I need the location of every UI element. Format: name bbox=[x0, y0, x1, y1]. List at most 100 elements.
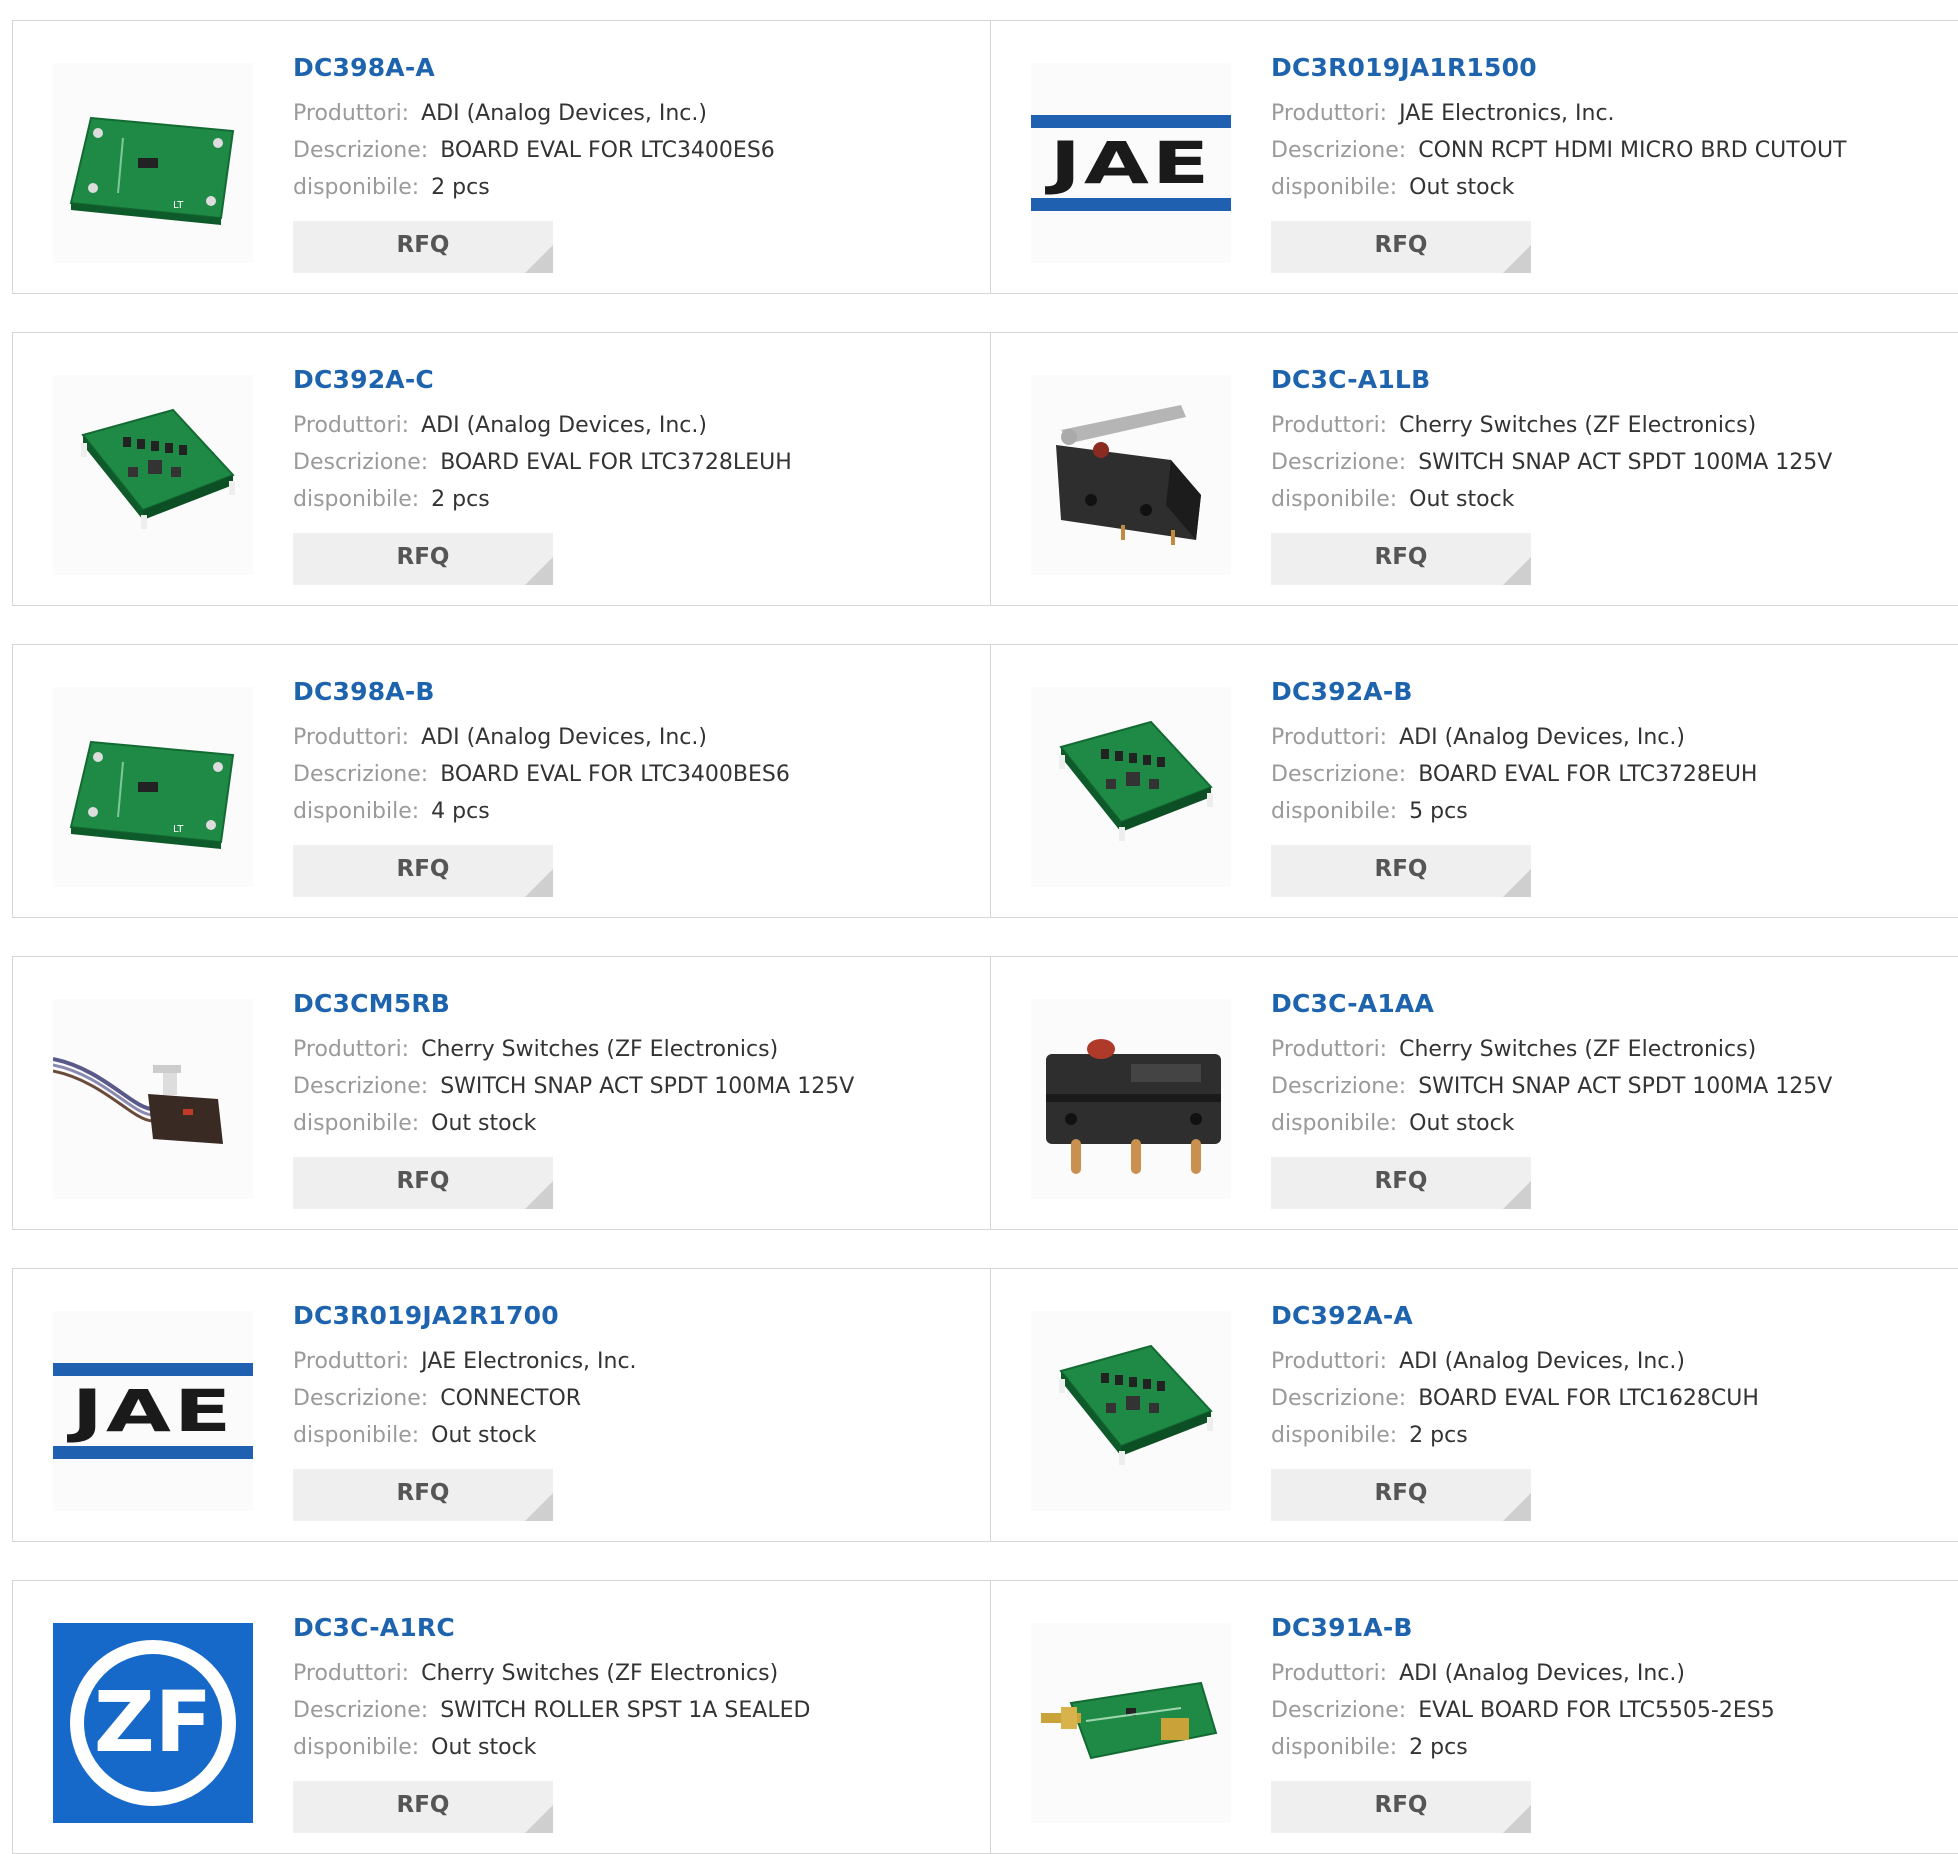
availability-value: Out stock bbox=[1409, 487, 1515, 512]
zf-logo[interactable]: ZF bbox=[53, 1623, 253, 1823]
corner-triangle-icon bbox=[1503, 557, 1531, 585]
description-label: Descrizione: bbox=[293, 1074, 429, 1099]
rfq-label: RFQ bbox=[396, 856, 450, 882]
description-label: Descrizione: bbox=[1271, 1386, 1407, 1411]
manufacturer-line: Produttori: ADI (Analog Devices, Inc.) bbox=[1271, 1343, 1948, 1380]
rfq-button[interactable]: RFQ bbox=[1271, 1157, 1531, 1209]
part-number-link[interactable]: DC3R019JA2R1700 bbox=[293, 1299, 980, 1333]
rfq-label: RFQ bbox=[1374, 1480, 1428, 1506]
rfq-button[interactable]: RFQ bbox=[1271, 845, 1531, 897]
manufacturer-line: Produttori: Cherry Switches (ZF Electroni… bbox=[293, 1655, 980, 1692]
availability-line: disponibile: Out stock bbox=[1271, 1105, 1948, 1142]
product-info: DC3R019JA1R1500 Produttori: JAE Electronic… bbox=[1271, 51, 1948, 206]
availability-label: disponibile: bbox=[293, 487, 420, 512]
availability-line: disponibile: Out stock bbox=[293, 1105, 980, 1142]
manufacturer-line: Produttori: Cherry Switches (ZF Electroni… bbox=[1271, 407, 1948, 444]
rfq-button[interactable]: RFQ bbox=[293, 1157, 553, 1209]
corner-triangle-icon bbox=[1503, 245, 1531, 273]
description-value: BOARD EVAL FOR LTC3400ES6 bbox=[440, 138, 775, 163]
product-card: ZF DC3C-A1RC Produttori: Cherry Switches (Z… bbox=[13, 1581, 991, 1853]
manufacturer-value: ADI (Analog Devices, Inc.) bbox=[1399, 1349, 1685, 1374]
description-line: Descrizione: EVAL BOARD FOR LTC5505-2ES5 bbox=[1271, 1692, 1948, 1729]
rfq-button[interactable]: RFQ bbox=[1271, 1781, 1531, 1833]
rf-board-icon[interactable] bbox=[1031, 1623, 1231, 1823]
rfq-label: RFQ bbox=[396, 232, 450, 258]
rfq-button[interactable]: RFQ bbox=[293, 533, 553, 585]
manufacturer-value: Cherry Switches (ZF Electronics) bbox=[1399, 413, 1757, 438]
part-number-link[interactable]: DC392A-C bbox=[293, 363, 980, 397]
jae-logo[interactable]: JAE bbox=[1031, 63, 1231, 263]
description-line: Descrizione: BOARD EVAL FOR LTC3400ES6 bbox=[293, 132, 980, 169]
description-line: Descrizione: BOARD EVAL FOR LTC3728LEUH bbox=[293, 444, 980, 481]
manufacturer-value: Cherry Switches (ZF Electronics) bbox=[421, 1037, 779, 1062]
description-line: Descrizione: CONNECTOR bbox=[293, 1380, 980, 1417]
corner-triangle-icon bbox=[525, 245, 553, 273]
rfq-button[interactable]: RFQ bbox=[293, 221, 553, 273]
description-line: Descrizione: SWITCH SNAP ACT SPDT 100MA 1… bbox=[1271, 1068, 1948, 1105]
wired-switch-icon[interactable] bbox=[53, 999, 253, 1199]
description-value: SWITCH ROLLER SPST 1A SEALED bbox=[440, 1698, 811, 1723]
availability-value: 2 pcs bbox=[431, 175, 490, 200]
product-info: DC391A-B Produttori: ADI (Analog Devices, … bbox=[1271, 1611, 1948, 1766]
rfq-label: RFQ bbox=[396, 1792, 450, 1818]
manufacturer-line: Produttori: Cherry Switches (ZF Electroni… bbox=[1271, 1031, 1948, 1068]
manufacturer-label: Produttori: bbox=[293, 101, 410, 126]
corner-triangle-icon bbox=[1503, 869, 1531, 897]
pcb-small-icon[interactable]: LT bbox=[53, 687, 253, 887]
manufacturer-line: Produttori: ADI (Analog Devices, Inc.) bbox=[293, 719, 980, 756]
product-card: JAE DC3R019JA1R1500 Produttori: JAE Electro… bbox=[991, 21, 1958, 293]
part-number-link[interactable]: DC3C-A1RC bbox=[293, 1611, 980, 1645]
jae-logo[interactable]: JAE bbox=[53, 1311, 253, 1511]
manufacturer-label: Produttori: bbox=[1271, 1037, 1388, 1062]
manufacturer-line: Produttori: ADI (Analog Devices, Inc.) bbox=[293, 407, 980, 444]
rfq-label: RFQ bbox=[1374, 232, 1428, 258]
manufacturer-line: Produttori: ADI (Analog Devices, Inc.) bbox=[293, 95, 980, 132]
snap-switch-icon[interactable] bbox=[1031, 999, 1231, 1199]
availability-label: disponibile: bbox=[1271, 1735, 1398, 1760]
part-number-link[interactable]: DC398A-A bbox=[293, 51, 980, 85]
description-label: Descrizione: bbox=[293, 1698, 429, 1723]
availability-value: Out stock bbox=[431, 1423, 537, 1448]
description-value: EVAL BOARD FOR LTC5505-2ES5 bbox=[1418, 1698, 1775, 1723]
rfq-button[interactable]: RFQ bbox=[293, 1781, 553, 1833]
availability-line: disponibile: 2 pcs bbox=[1271, 1417, 1948, 1454]
part-number-link[interactable]: DC3R019JA1R1500 bbox=[1271, 51, 1948, 85]
part-number-link[interactable]: DC398A-B bbox=[293, 675, 980, 709]
product-info: DC398A-B Produttori: ADI (Analog Devices, … bbox=[293, 675, 980, 830]
availability-value: Out stock bbox=[1409, 175, 1515, 200]
rfq-button[interactable]: RFQ bbox=[293, 845, 553, 897]
product-row: DC392A-C Produttori: ADI (Analog Devices, … bbox=[12, 332, 1958, 606]
manufacturer-label: Produttori: bbox=[1271, 1349, 1388, 1374]
svg-text:LT: LT bbox=[173, 200, 184, 211]
rfq-button[interactable]: RFQ bbox=[1271, 221, 1531, 273]
part-number-link[interactable]: DC392A-A bbox=[1271, 1299, 1948, 1333]
availability-label: disponibile: bbox=[293, 175, 420, 200]
manufacturer-line: Produttori: JAE Electronics, Inc. bbox=[1271, 95, 1948, 132]
svg-text:ZF: ZF bbox=[94, 1673, 212, 1771]
part-number-link[interactable]: DC3CM5RB bbox=[293, 987, 980, 1021]
pcb-square-icon[interactable] bbox=[1031, 687, 1231, 887]
rfq-button[interactable]: RFQ bbox=[1271, 533, 1531, 585]
product-info: DC3C-A1RC Produttori: Cherry Switches (ZF … bbox=[293, 1611, 980, 1766]
product-row: DC3CM5RB Produttori: Cherry Switches (ZF E… bbox=[12, 956, 1958, 1230]
part-number-link[interactable]: DC391A-B bbox=[1271, 1611, 1948, 1645]
lever-switch-icon[interactable] bbox=[1031, 375, 1231, 575]
product-info: DC3C-A1AA Produttori: Cherry Switches (ZF … bbox=[1271, 987, 1948, 1142]
part-number-link[interactable]: DC3C-A1AA bbox=[1271, 987, 1948, 1021]
part-number-link[interactable]: DC3C-A1LB bbox=[1271, 363, 1948, 397]
availability-value: 2 pcs bbox=[1409, 1423, 1468, 1448]
description-label: Descrizione: bbox=[1271, 1074, 1407, 1099]
part-number-link[interactable]: DC392A-B bbox=[1271, 675, 1948, 709]
description-value: SWITCH SNAP ACT SPDT 100MA 125V bbox=[440, 1074, 855, 1099]
pcb-square-icon[interactable] bbox=[1031, 1311, 1231, 1511]
rfq-button[interactable]: RFQ bbox=[293, 1469, 553, 1521]
rfq-button[interactable]: RFQ bbox=[1271, 1469, 1531, 1521]
product-card: JAE DC3R019JA2R1700 Produttori: JAE Electro… bbox=[13, 1269, 991, 1541]
svg-text:LT: LT bbox=[173, 824, 184, 835]
pcb-square-icon[interactable] bbox=[53, 375, 253, 575]
product-info: DC392A-C Produttori: ADI (Analog Devices, … bbox=[293, 363, 980, 518]
rfq-label: RFQ bbox=[1374, 1168, 1428, 1194]
product-card: DC3C-A1LB Produttori: Cherry Switches (ZF … bbox=[991, 333, 1958, 605]
availability-label: disponibile: bbox=[1271, 487, 1398, 512]
pcb-small-icon[interactable]: LT bbox=[53, 63, 253, 263]
